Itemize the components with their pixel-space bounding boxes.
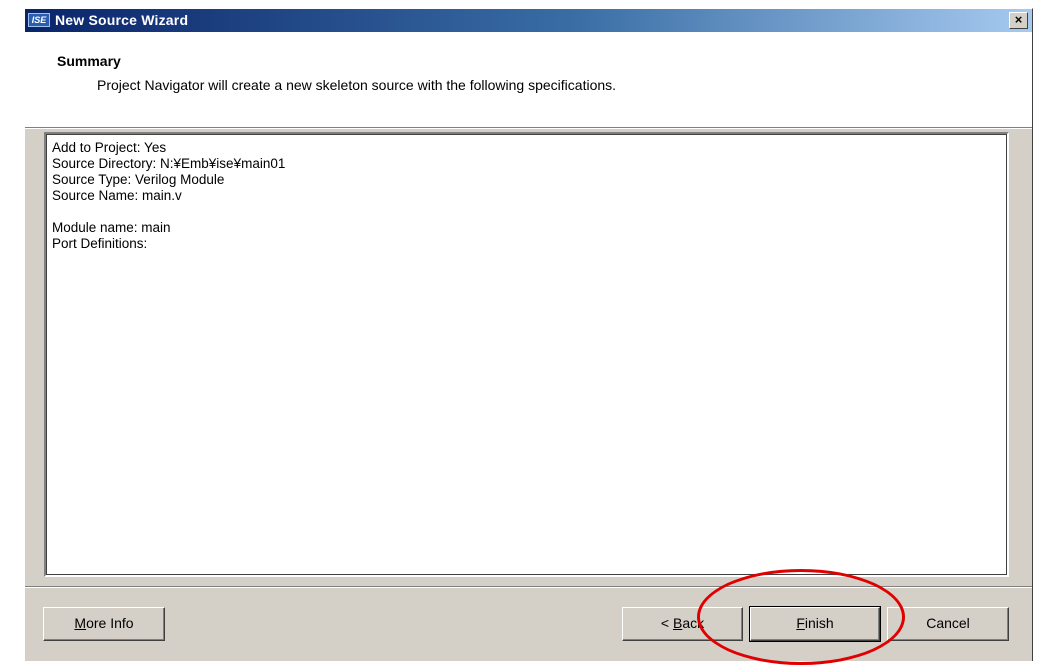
back-button[interactable]: < Back (622, 607, 743, 641)
button-separator (25, 586, 1032, 588)
ise-app-icon: ISE (28, 13, 50, 27)
page-title: Summary (57, 53, 121, 69)
finish-label: inish (804, 615, 834, 631)
summary-text-box[interactable]: Add to Project: Yes Source Directory: N:… (44, 132, 1009, 577)
title-bar[interactable]: ISE New Source Wizard × (25, 9, 1032, 32)
close-icon: × (1014, 12, 1023, 27)
back-mnemonic: B (672, 615, 683, 631)
window-title: New Source Wizard (55, 12, 189, 28)
summary-lines: Add to Project: Yes Source Directory: N:… (52, 140, 285, 252)
more-info-button[interactable]: More Info (43, 607, 165, 641)
summary-line (52, 204, 285, 220)
more-info-mnemonic: M (74, 615, 87, 631)
back-label: ack (682, 615, 705, 631)
new-source-wizard-window: ISE New Source Wizard × Summary Project … (24, 8, 1033, 661)
finish-button[interactable]: Finish (749, 606, 881, 642)
close-button[interactable]: × (1009, 12, 1028, 29)
summary-line: Add to Project: Yes (52, 140, 167, 155)
page-description: Project Navigator will create a new skel… (97, 77, 617, 93)
wizard-header: Summary Project Navigator will create a … (25, 32, 1032, 128)
summary-line: Module name: main (52, 220, 171, 235)
cancel-label: Cancel (926, 615, 970, 631)
finish-mnemonic: F (796, 615, 805, 631)
summary-line: Source Directory: N:¥Emb¥ise¥main01 (52, 156, 286, 171)
summary-line: Source Type: Verilog Module (52, 172, 225, 187)
cancel-button[interactable]: Cancel (887, 607, 1009, 641)
back-prefix: < (660, 615, 673, 631)
summary-line: Port Definitions: (52, 236, 148, 251)
summary-line: Source Name: main.v (52, 188, 182, 203)
more-info-label: ore Info (86, 615, 134, 631)
